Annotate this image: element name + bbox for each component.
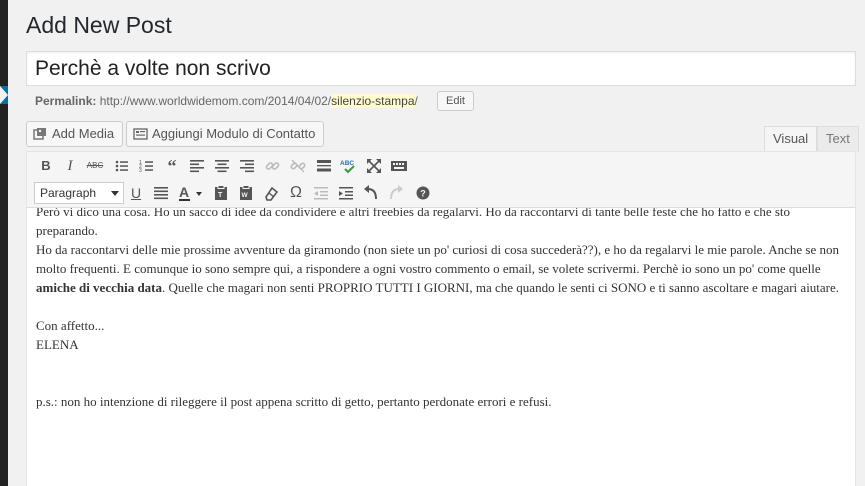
paragraph-main-text-b: . Quelle che magari non senti PROPRIO TU… xyxy=(162,280,840,295)
add-media-button[interactable]: Add Media xyxy=(26,121,124,147)
admin-menu-edge xyxy=(0,0,8,486)
add-media-label: Add Media xyxy=(52,126,115,141)
admin-menu-arrow xyxy=(0,86,8,104)
undo-icon[interactable] xyxy=(361,183,381,203)
svg-text:?: ? xyxy=(420,189,426,199)
permalink-base-url: http://www.worldwidemom.com/2014/04/02/ xyxy=(99,94,332,108)
svg-text:3: 3 xyxy=(139,168,142,174)
postscript: p.s.: non ho intenzione di rileggere il … xyxy=(36,394,552,409)
permalink-slug[interactable]: silenzio-stampa xyxy=(331,94,415,108)
permalink-row: Permalink: http://www.worldwidemom.com/2… xyxy=(35,94,418,108)
text-color-icon[interactable]: A xyxy=(176,183,206,203)
paragraph-main-text-a: Ho da raccontarvi delle mie prossime avv… xyxy=(36,242,839,276)
blockquote-icon[interactable]: “ xyxy=(162,156,182,176)
fullscreen-icon[interactable] xyxy=(364,156,384,176)
contact-form-label: Aggiungi Modulo di Contatto xyxy=(152,126,316,141)
underline-icon[interactable]: U xyxy=(126,183,146,203)
toolbar-toggle-icon[interactable] xyxy=(389,156,409,176)
editor-toolbar: B I ABC 123 “ ABC Paragraph U A T W Ω ? xyxy=(27,152,855,208)
signoff-line-1: Con affetto... xyxy=(36,318,105,333)
add-media-icon xyxy=(33,127,47,141)
unlink-icon[interactable] xyxy=(288,156,308,176)
contact-form-icon xyxy=(133,127,148,141)
paragraph-main: Ho da raccontarvi delle mie prossime avv… xyxy=(36,240,851,297)
bullet-list-icon[interactable] xyxy=(112,156,132,176)
align-left-icon[interactable] xyxy=(187,156,207,176)
read-more-icon[interactable] xyxy=(314,156,334,176)
numbered-list-icon[interactable]: 123 xyxy=(137,156,157,176)
special-character-icon[interactable]: Ω xyxy=(286,183,306,203)
chevron-down-icon xyxy=(111,191,119,196)
svg-text:T: T xyxy=(218,192,223,199)
spellcheck-icon[interactable]: ABC xyxy=(339,156,359,176)
svg-text:W: W xyxy=(242,192,249,199)
bold-icon[interactable]: B xyxy=(36,156,56,176)
clear-formatting-icon[interactable] xyxy=(261,183,281,203)
paste-word-icon[interactable]: W xyxy=(236,183,256,203)
format-select[interactable]: Paragraph xyxy=(34,182,124,204)
post-title-value: Perchè a volte non scrivo xyxy=(35,57,271,80)
insert-link-icon[interactable] xyxy=(263,156,283,176)
permalink-label: Permalink: xyxy=(35,94,97,108)
permalink-trailing-slash: / xyxy=(414,94,418,108)
blank-lines xyxy=(36,354,851,392)
permalink-edit-button[interactable]: Edit xyxy=(437,91,474,111)
tab-text[interactable]: Text xyxy=(817,126,859,152)
svg-text:ABC: ABC xyxy=(340,160,354,167)
post-title-input[interactable]: Perchè a volte non scrivo xyxy=(26,51,856,86)
paragraph-main-bold: amiche di vecchia data xyxy=(36,280,163,295)
align-center-icon[interactable] xyxy=(212,156,232,176)
strikethrough-icon[interactable]: ABC xyxy=(85,156,105,176)
help-icon[interactable]: ? xyxy=(413,183,433,203)
outdent-icon[interactable] xyxy=(311,183,331,203)
format-select-value: Paragraph xyxy=(40,186,97,200)
redo-icon[interactable] xyxy=(386,183,406,203)
paste-text-icon[interactable]: T xyxy=(211,183,231,203)
paragraph-cut: Però vi dico una cosa. Ho un sacco di id… xyxy=(36,208,791,238)
italic-icon[interactable]: I xyxy=(60,156,80,176)
indent-icon[interactable] xyxy=(336,183,356,203)
editor-content[interactable]: Però vi dico una cosa. Ho un sacco di id… xyxy=(36,208,851,486)
signoff-line-2: ELENA xyxy=(36,337,79,352)
contact-form-button[interactable]: Aggiungi Modulo di Contatto xyxy=(126,121,325,147)
page-title: Add New Post xyxy=(26,12,172,38)
align-right-icon[interactable] xyxy=(237,156,257,176)
justify-icon[interactable] xyxy=(151,183,171,203)
post-editor: B I ABC 123 “ ABC Paragraph U A T W Ω ? … xyxy=(26,151,856,486)
svg-text:A: A xyxy=(179,184,189,200)
tab-visual[interactable]: Visual xyxy=(764,126,818,152)
